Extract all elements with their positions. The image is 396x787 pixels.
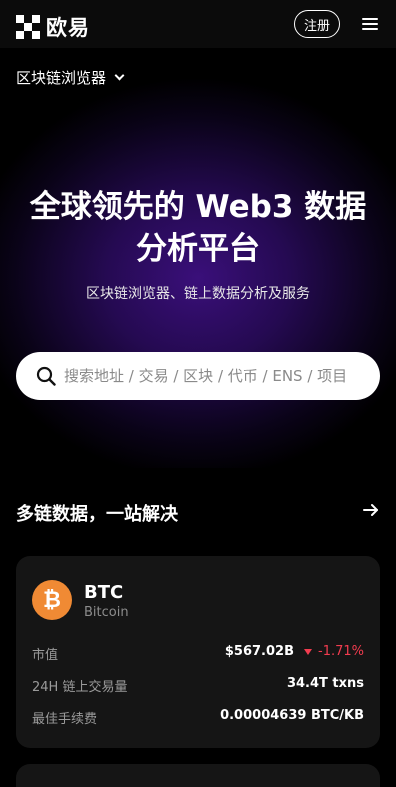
hero-section: 区块链浏览器 全球领先的 Web3 数据 分析平台 区块链浏览器、链上数据分析及… — [0, 48, 396, 468]
best-fee-label: 最佳手续费 — [32, 712, 98, 727]
best-fee-row: 最佳手续费 0.00004639 BTC/KB — [32, 708, 364, 728]
hero-title: 全球领先的 Web3 数据 分析平台 — [18, 186, 378, 270]
search-bar[interactable] — [16, 352, 380, 400]
okx-logo-mark-icon — [16, 15, 40, 39]
arrow-right-icon[interactable] — [362, 501, 380, 519]
chain-explorer-dropdown[interactable]: 区块链浏览器 — [16, 67, 125, 88]
tx-volume-label: 24H 链上交易量 — [32, 680, 128, 695]
hamburger-menu-icon[interactable] — [360, 15, 380, 33]
coin-name: Bitcoin — [84, 605, 129, 620]
hero-title-line2: 分析平台 — [136, 231, 260, 267]
chevron-down-icon — [114, 70, 125, 81]
logo-text: 欧易 — [46, 16, 90, 40]
market-cap-value: $567.02B — [224, 644, 294, 659]
market-cap-row: 市值 $567.02B -1.71% — [32, 644, 364, 664]
search-icon — [36, 366, 56, 386]
register-button[interactable]: 注册 — [294, 10, 340, 38]
market-cap-label: 市值 — [32, 648, 59, 663]
top-header: 欧易 注册 — [0, 0, 396, 48]
market-cap-change: -1.71% — [318, 644, 364, 659]
down-triangle-icon — [304, 648, 312, 655]
section-title: 多链数据，一站解决 — [16, 504, 178, 525]
next-chain-card[interactable] — [16, 764, 380, 787]
hero-subtitle: 区块链浏览器、链上数据分析及服务 — [86, 286, 310, 302]
tx-volume-value: 34.4T txns — [286, 676, 364, 691]
coin-symbol: BTC — [84, 582, 124, 603]
hero-title-line1: 全球领先的 Web3 数据 — [29, 189, 367, 225]
chain-selector-label: 区块链浏览器 — [16, 69, 107, 87]
btc-chain-card[interactable]: ₿ BTC Bitcoin 市值 $567.02B -1.71% 24H 链上交… — [16, 556, 380, 748]
bitcoin-icon: ₿ — [32, 580, 72, 620]
market-cap-value-group: $567.02B -1.71% — [225, 644, 364, 659]
best-fee-value: 0.00004639 BTC/KB — [220, 708, 364, 723]
tx-volume-row: 24H 链上交易量 34.4T txns — [32, 676, 364, 696]
okx-logo[interactable]: 欧易 — [16, 12, 90, 42]
search-input[interactable] — [64, 352, 364, 400]
